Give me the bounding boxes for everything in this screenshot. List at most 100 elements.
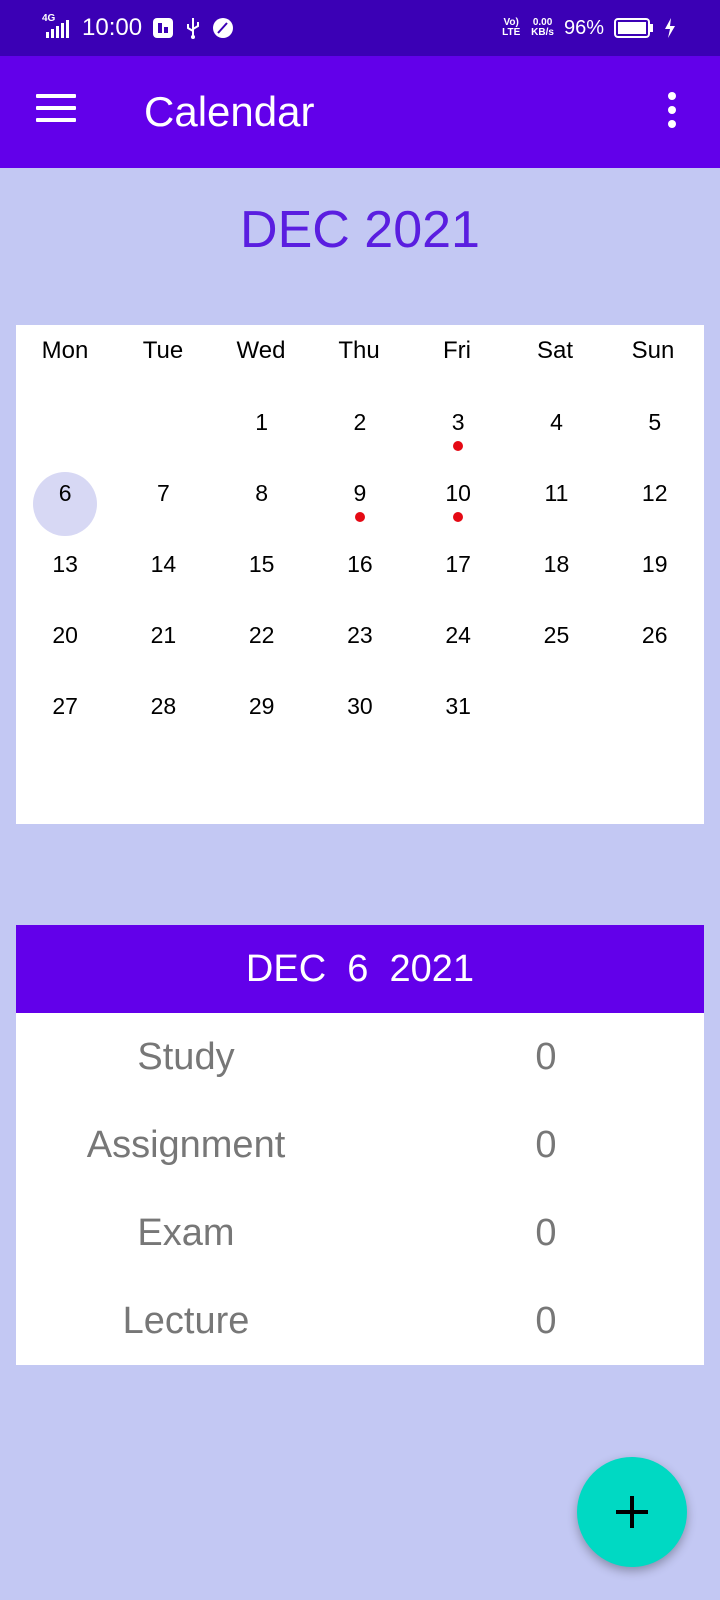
day-number: 10 [445,480,471,506]
app-bar: Calendar [0,56,720,168]
day-number: 22 [248,622,275,648]
page-title: Calendar [144,88,315,135]
day-cell[interactable]: 12 [606,468,704,539]
day-number: 7 [157,480,170,506]
weekday-label: Sat [536,337,574,364]
summary-count: 0 [535,1300,557,1342]
day-cell[interactable]: 23 [311,610,409,681]
day-number: 27 [52,693,78,719]
day-number: 11 [544,480,569,506]
weekday-label: Tue [142,337,184,364]
app-notification-icon [153,18,174,38]
day-cell[interactable]: 2 [311,397,409,468]
clock: 10:00 [82,14,143,41]
charging-icon [665,18,675,38]
event-dot-icon [453,512,464,522]
leaf-icon [213,18,234,38]
day-cell[interactable]: 3 [409,397,507,468]
network-speed: 0.00 KB/s [531,18,554,38]
day-number: 5 [648,409,662,435]
day-cell[interactable]: 18 [507,539,605,610]
day-cell[interactable]: 24 [409,610,507,681]
day-cell[interactable]: 13 [16,539,114,610]
day-cell[interactable]: 22 [213,610,311,681]
day-cell[interactable]: 6 [16,468,114,539]
plus-icon [616,1496,648,1528]
status-right: Vo) LTE 0.00 KB/s 96% [501,0,676,56]
summary-row: Study 0 [16,1013,704,1101]
day-number: 2 [353,409,367,435]
event-dot-icon [354,512,365,522]
summary-label: Lecture [122,1300,250,1342]
day-number: 25 [543,622,570,648]
summary-label: Exam [137,1212,235,1254]
day-number: 13 [52,551,78,577]
calendar-grid: Mon Tue Wed Thu Fri Sat Sun 1 2 3 4 5 6 7 8 9 10 11 12 13 1… [16,325,704,824]
day-cell[interactable]: 20 [16,610,114,681]
summary-row: Assignment 0 [16,1101,704,1189]
weekday-label: Mon [41,337,89,364]
day-cell[interactable]: 28 [114,681,212,752]
day-cell[interactable]: 11 [507,468,605,539]
day-number: 18 [543,551,570,577]
weekday-label: Thu [338,337,380,364]
day-cell[interactable]: 25 [507,610,605,681]
day-number: 16 [347,551,373,577]
day-cell[interactable]: 5 [606,397,704,468]
day-cell[interactable]: 8 [213,468,311,539]
selected-date-header: DEC 6 2021 [16,925,704,1013]
day-cell[interactable]: 14 [114,539,212,610]
day-number: 8 [255,480,269,506]
network-type: 4G [42,13,56,24]
day-cell[interactable]: 30 [311,681,409,752]
network-speed-unit: KB/s [531,27,554,38]
day-number: 6 [58,480,72,506]
battery-icon [614,18,653,38]
day-number: 24 [445,622,471,648]
empty-day-cell [114,397,212,468]
day-cell[interactable]: 29 [213,681,311,752]
day-cell[interactable]: 31 [409,681,507,752]
weekday-header: Mon Tue Wed Thu Fri Sat Sun [16,337,704,365]
battery-percent: 96% [563,16,604,39]
summary-row: Exam 0 [16,1189,704,1277]
day-number: 3 [451,409,465,435]
day-cell[interactable]: 1 [213,397,311,468]
day-cell[interactable]: 16 [311,539,409,610]
day-cell[interactable]: 27 [16,681,114,752]
hamburger-menu-icon[interactable] [36,94,76,130]
day-cell[interactable]: 9 [311,468,409,539]
day-cell[interactable]: 15 [213,539,311,610]
day-cell[interactable]: 19 [606,539,704,610]
day-number: 14 [150,551,177,577]
day-number: 28 [150,693,177,719]
day-cell[interactable]: 4 [507,397,605,468]
day-cell[interactable]: 21 [114,610,212,681]
more-vert-icon[interactable] [664,92,680,132]
day-number: 29 [248,693,275,719]
day-number: 9 [353,480,367,506]
day-cell[interactable]: 10 [409,468,507,539]
day-number: 20 [52,622,78,648]
status-bar: 4G 10:00 Vo) LTE 0.00 KB/s 96% [0,0,720,56]
empty-day-cell [16,397,114,468]
summary-count: 0 [535,1124,557,1166]
status-left: 4G 10:00 [40,0,234,56]
summary-label: Study [137,1036,235,1078]
day-number: 4 [550,409,563,435]
day-number: 30 [347,693,373,719]
day-number: 15 [248,551,275,577]
month-title: DEC 2021 [240,201,480,259]
add-event-button[interactable] [577,1457,687,1567]
event-dot-icon [453,441,464,451]
summary-count: 0 [535,1036,557,1078]
day-cell[interactable]: 26 [606,610,704,681]
day-summary: Study 0 Assignment 0 Exam 0 Lecture 0 [16,1013,704,1365]
day-number: 1 [255,409,269,435]
volte-label: Vo) LTE [502,17,521,38]
empty-day-cell [507,681,605,752]
weekday-label: Fri [443,337,471,364]
day-cell[interactable]: 7 [114,468,212,539]
day-cell[interactable]: 17 [409,539,507,610]
day-number: 19 [641,551,668,577]
